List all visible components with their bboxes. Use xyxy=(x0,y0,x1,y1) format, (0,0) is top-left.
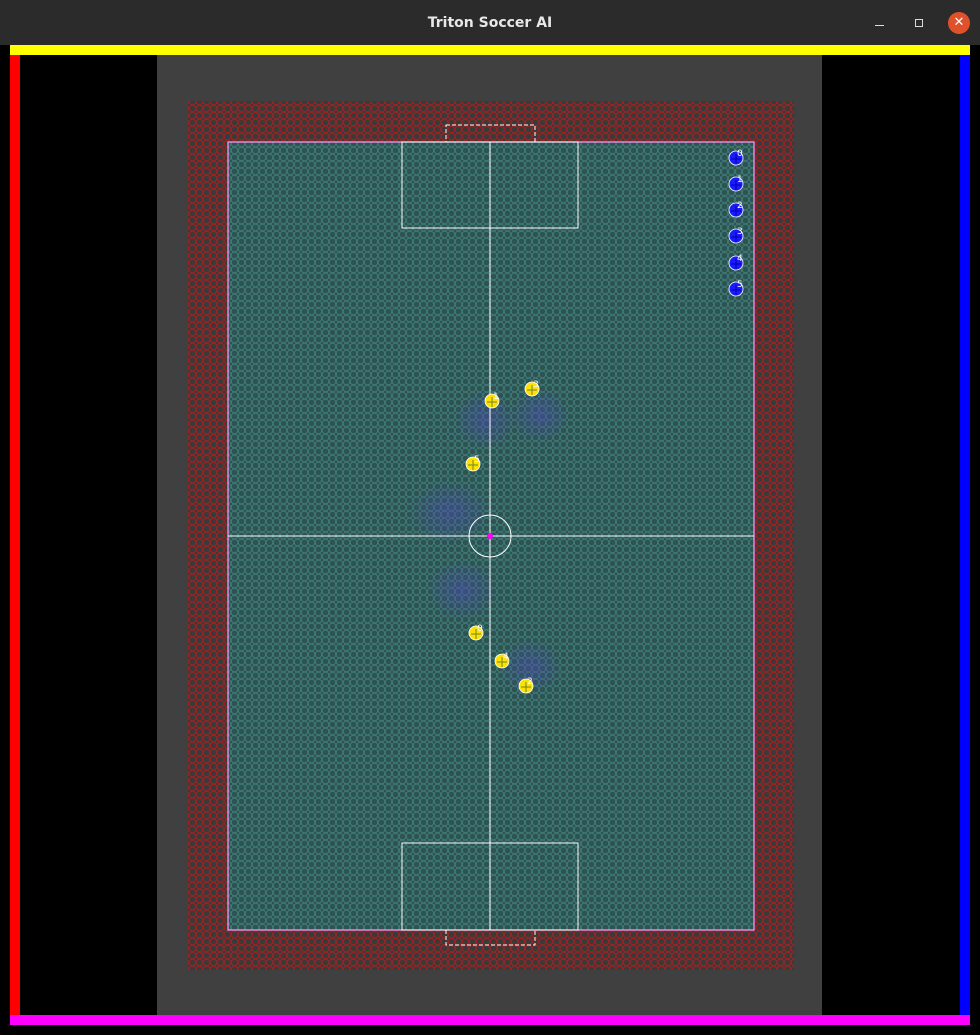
blue-robot-id: 3 xyxy=(737,227,743,237)
blue-robot-id: 4 xyxy=(737,254,743,264)
yellow-robot-id: 2 xyxy=(527,677,533,687)
yellow-robot-id: 0 xyxy=(477,624,483,634)
blue-robot-id: 1 xyxy=(737,175,743,185)
blue-robot-id: 2 xyxy=(737,201,743,211)
yellow-robot-id: 1 xyxy=(493,392,499,402)
blue-robot-id: 5 xyxy=(737,280,743,290)
yellow-robot-id: 3 xyxy=(533,380,539,390)
yellow-robot-id: 4 xyxy=(503,652,509,662)
ball xyxy=(487,533,493,539)
soccer-field-canvas: 0 1 2 3 4 5 1 3 5 0 4 2 xyxy=(157,55,822,1015)
blue-robot-id: 0 xyxy=(737,149,743,159)
yellow-robot-id: 5 xyxy=(474,455,480,465)
